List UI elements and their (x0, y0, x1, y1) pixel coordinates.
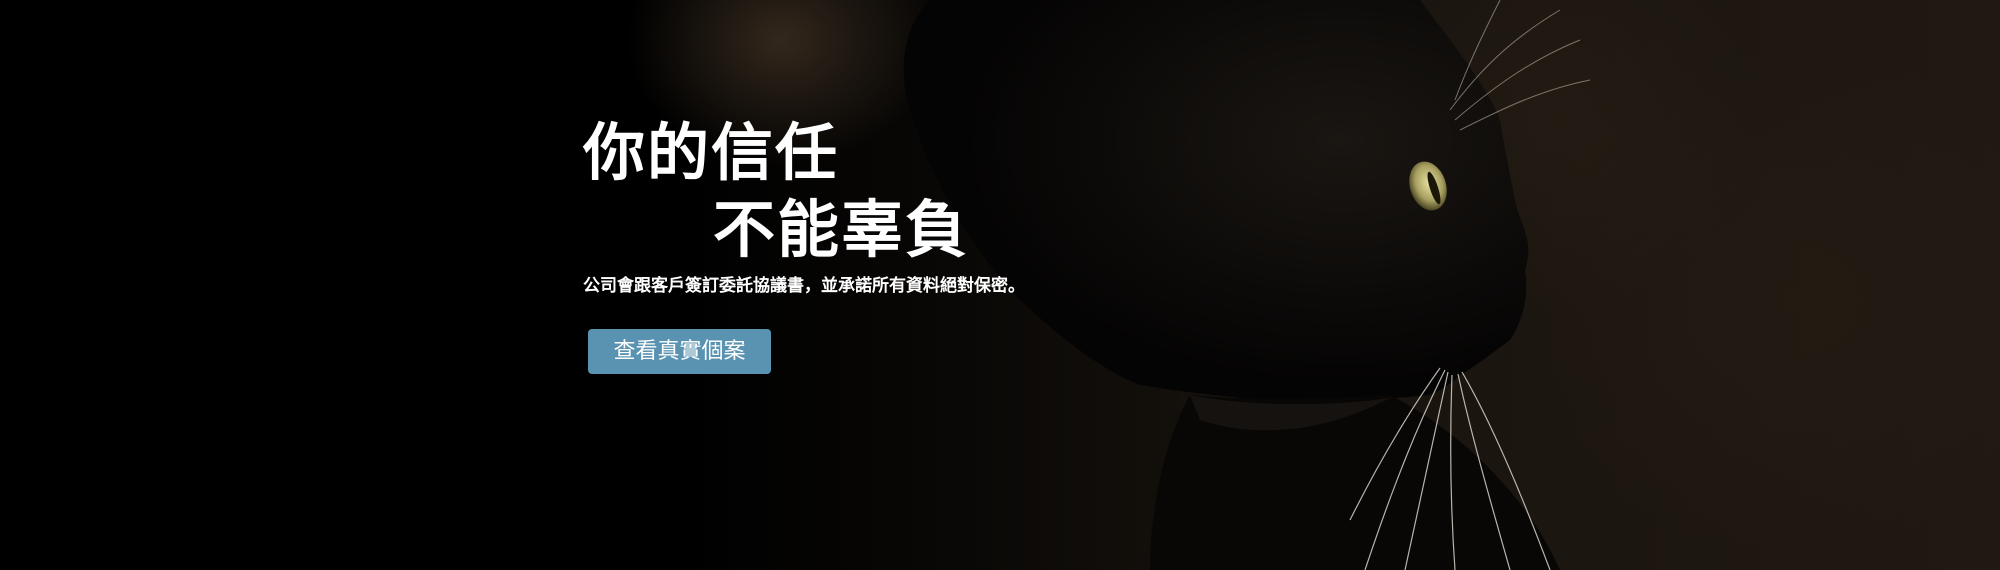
headline-line-2: 不能辜負 (713, 193, 970, 266)
hero-banner: 你的信任 不能辜負 公司會跟客戶簽訂委託協議書，並承諾所有資料絕對保密。 查看真… (0, 0, 2000, 570)
hero-text-block: 你的信任 不能辜負 公司會跟客戶簽訂委託協議書，並承諾所有資料絕對保密。 (583, 112, 1025, 298)
view-real-cases-button[interactable]: 查看真實個案 (588, 329, 771, 374)
headline-line-1: 你的信任 (583, 116, 840, 189)
hero-subtitle: 公司會跟客戶簽訂委託協議書，並承諾所有資料絕對保密。 (583, 276, 1025, 296)
